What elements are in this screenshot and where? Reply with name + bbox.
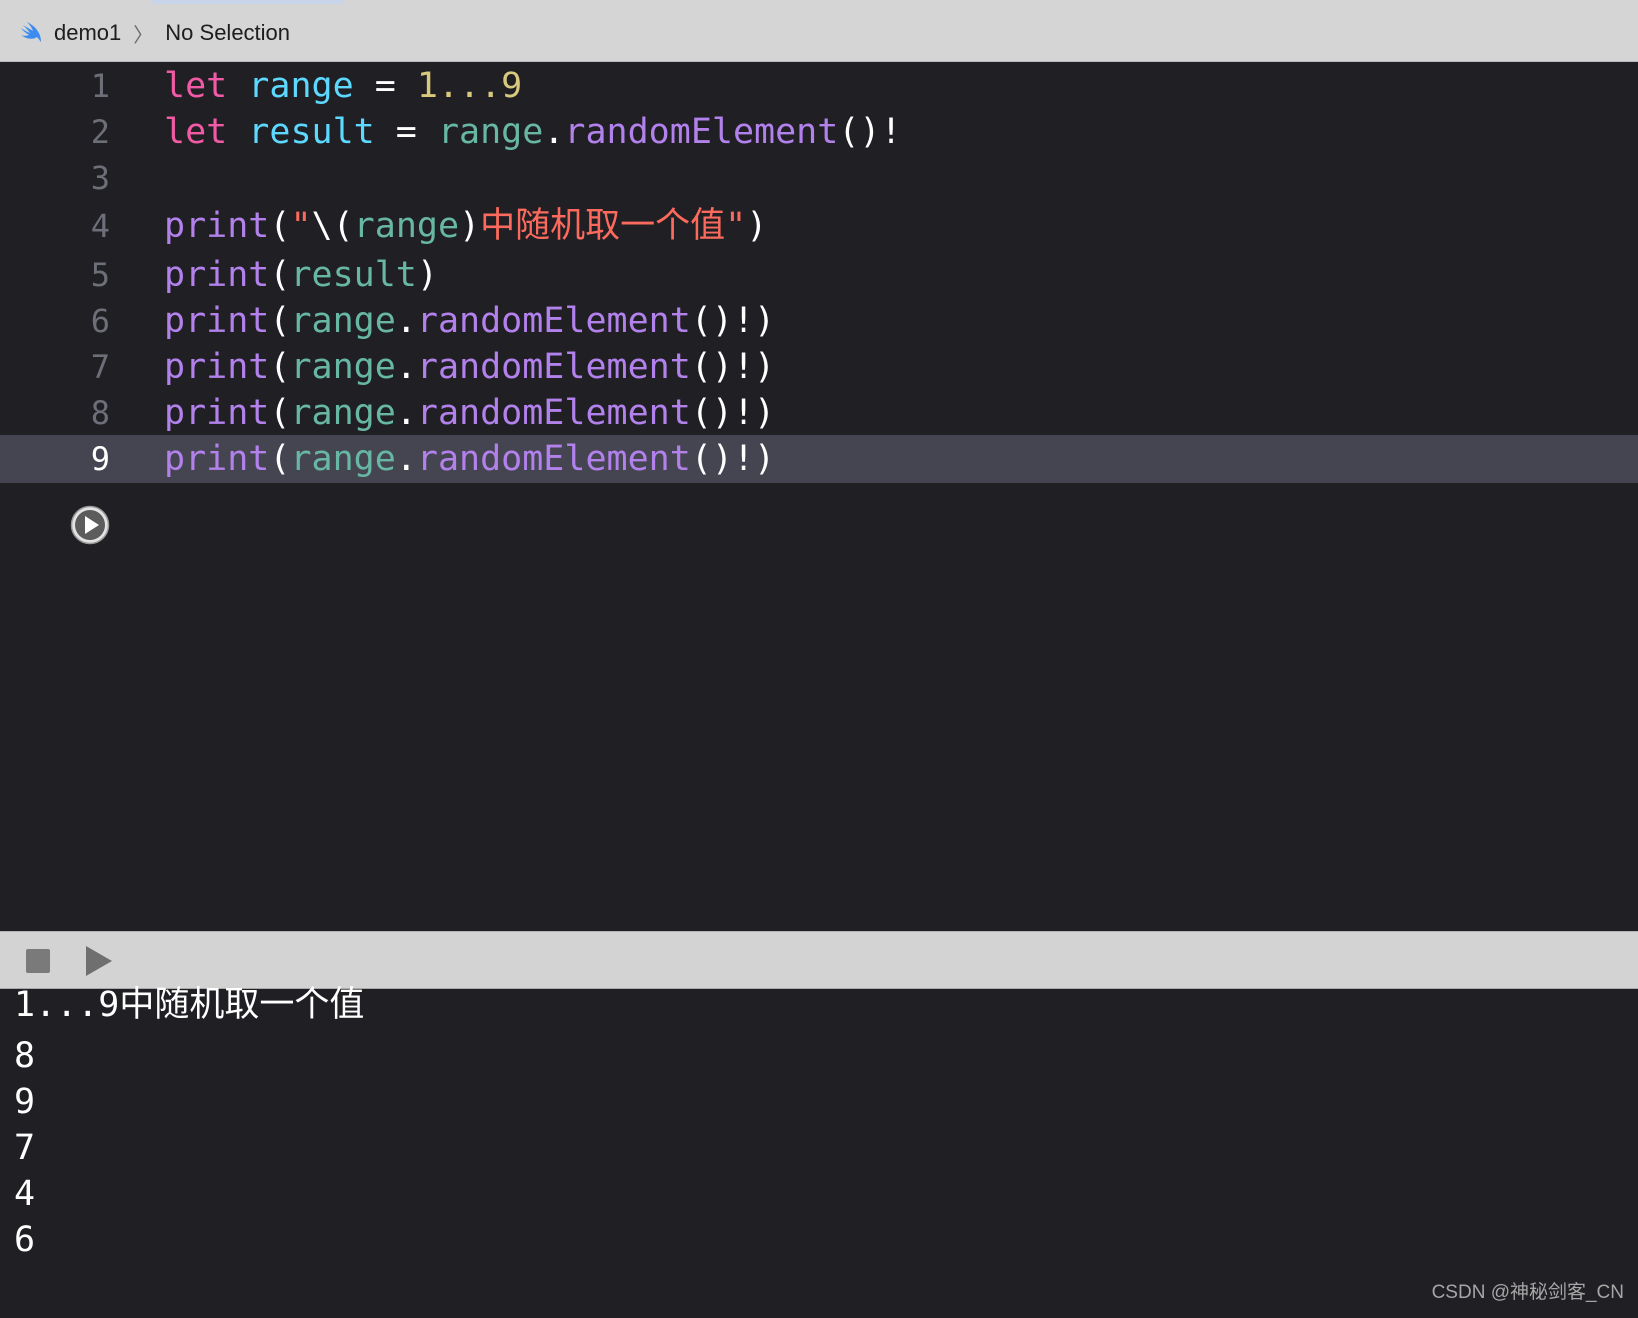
code-line[interactable]: 1 let range = 1...9: [0, 62, 1638, 110]
code-token: (: [269, 206, 291, 246]
code-line[interactable]: 6 print(range.randomElement()!): [0, 297, 1638, 345]
line-number: 2: [90, 113, 110, 151]
code-token: (: [269, 347, 291, 387]
line-number: 1: [90, 67, 110, 105]
play-icon[interactable]: [86, 946, 112, 976]
console-line: 4: [14, 1174, 36, 1214]
code-token: ): [746, 206, 768, 246]
console-line: 6: [14, 1220, 36, 1260]
console-line: 7: [14, 1128, 36, 1168]
code-editor[interactable]: 1 let range = 1...9 2 let result = range.ra…: [0, 62, 1638, 931]
code-token: randomElement: [564, 112, 839, 152]
console-line: 9: [14, 1082, 36, 1122]
code-token: print: [164, 393, 270, 433]
line-number: 5: [90, 256, 110, 294]
code-token: 中随机取一个值": [480, 206, 747, 246]
code-text[interactable]: print("\(range)中随机取一个值"): [164, 202, 767, 250]
code-token: print: [164, 347, 270, 387]
code-token: (: [269, 301, 291, 341]
code-token: range: [248, 66, 354, 106]
line-number: 9: [90, 440, 110, 478]
code-token: range: [353, 206, 460, 246]
code-token: result: [290, 255, 417, 295]
code-text[interactable]: print(range.randomElement()!): [164, 389, 775, 437]
breadcrumb-selection[interactable]: No Selection: [165, 20, 290, 46]
console-line: 8: [14, 1036, 36, 1076]
code-token: =: [353, 66, 417, 106]
code-token: range: [290, 301, 396, 341]
code-token: print: [164, 206, 270, 246]
code-line[interactable]: 4 print("\(range)中随机取一个值"): [0, 202, 1638, 250]
code-token: randomElement: [416, 439, 691, 479]
code-token: ()!): [690, 439, 776, 479]
code-token: range: [290, 393, 396, 433]
code-token: .: [395, 393, 417, 433]
code-token: result: [248, 112, 375, 152]
code-token: (: [269, 393, 291, 433]
code-line[interactable]: 5 print(result): [0, 251, 1638, 299]
code-token: .: [395, 301, 417, 341]
code-line[interactable]: 9 print(range.randomElement()!): [0, 435, 1638, 483]
code-text[interactable]: print(range.randomElement()!): [164, 343, 775, 391]
code-token: ): [459, 206, 481, 246]
code-text[interactable]: print(range.randomElement()!): [164, 297, 775, 345]
code-token: print: [164, 255, 270, 295]
code-token: ()!): [690, 301, 776, 341]
line-number: 4: [90, 207, 110, 245]
code-token: ()!: [838, 112, 902, 152]
code-token: let: [164, 112, 228, 152]
line-number: 7: [90, 348, 110, 386]
code-token: .: [543, 112, 565, 152]
code-token: 1...9: [416, 66, 523, 106]
code-token: range: [290, 347, 396, 387]
code-token: range: [290, 439, 396, 479]
code-text[interactable]: print(result): [164, 251, 438, 299]
code-line[interactable]: 2 let result = range.randomElement()!: [0, 108, 1638, 156]
line-number: 6: [90, 302, 110, 340]
run-to-line-icon[interactable]: [70, 505, 110, 545]
console-line: 1...9中随机取一个值: [14, 985, 365, 1025]
stop-icon[interactable]: [26, 949, 50, 973]
code-token: (: [269, 439, 291, 479]
code-token: let: [164, 66, 228, 106]
code-token: randomElement: [416, 393, 691, 433]
breadcrumb-separator: 〉: [133, 24, 154, 47]
code-token: randomElement: [416, 347, 691, 387]
code-line[interactable]: 8 print(range.randomElement()!): [0, 389, 1638, 437]
code-text[interactable]: let range = 1...9: [164, 62, 522, 110]
line-number: 3: [90, 159, 110, 197]
code-token: .: [395, 439, 417, 479]
code-token: \(: [311, 206, 354, 246]
line-number: 8: [90, 394, 110, 432]
code-token: randomElement: [416, 301, 691, 341]
code-token: ): [416, 255, 438, 295]
breadcrumb-bar: demo1 〉 No Selection: [0, 0, 1638, 62]
code-token: ": [290, 206, 312, 246]
swift-icon: [21, 22, 41, 42]
breadcrumb-project[interactable]: demo1: [54, 20, 121, 46]
code-line[interactable]: 3: [0, 154, 1638, 202]
code-token: (: [269, 255, 291, 295]
console-output: CSDN @神秘剑客_CN 1...9中随机取一个值 8 9 7 4 6: [0, 985, 1638, 1318]
breadcrumb: demo1 〉 No Selection: [18, 18, 290, 48]
code-token: ()!): [690, 347, 776, 387]
code-token: ()!): [690, 393, 776, 433]
code-token: print: [164, 439, 270, 479]
code-token: =: [374, 112, 438, 152]
code-line[interactable]: 7 print(range.randomElement()!): [0, 343, 1638, 391]
code-text[interactable]: print(range.randomElement()!): [164, 435, 775, 483]
code-token: .: [395, 347, 417, 387]
tab-indicator: [152, 0, 344, 4]
code-text[interactable]: let result = range.randomElement()!: [164, 108, 902, 156]
code-token: range: [437, 112, 544, 152]
watermark: CSDN @神秘剑客_CN: [1431, 1282, 1624, 1303]
code-token: print: [164, 301, 270, 341]
